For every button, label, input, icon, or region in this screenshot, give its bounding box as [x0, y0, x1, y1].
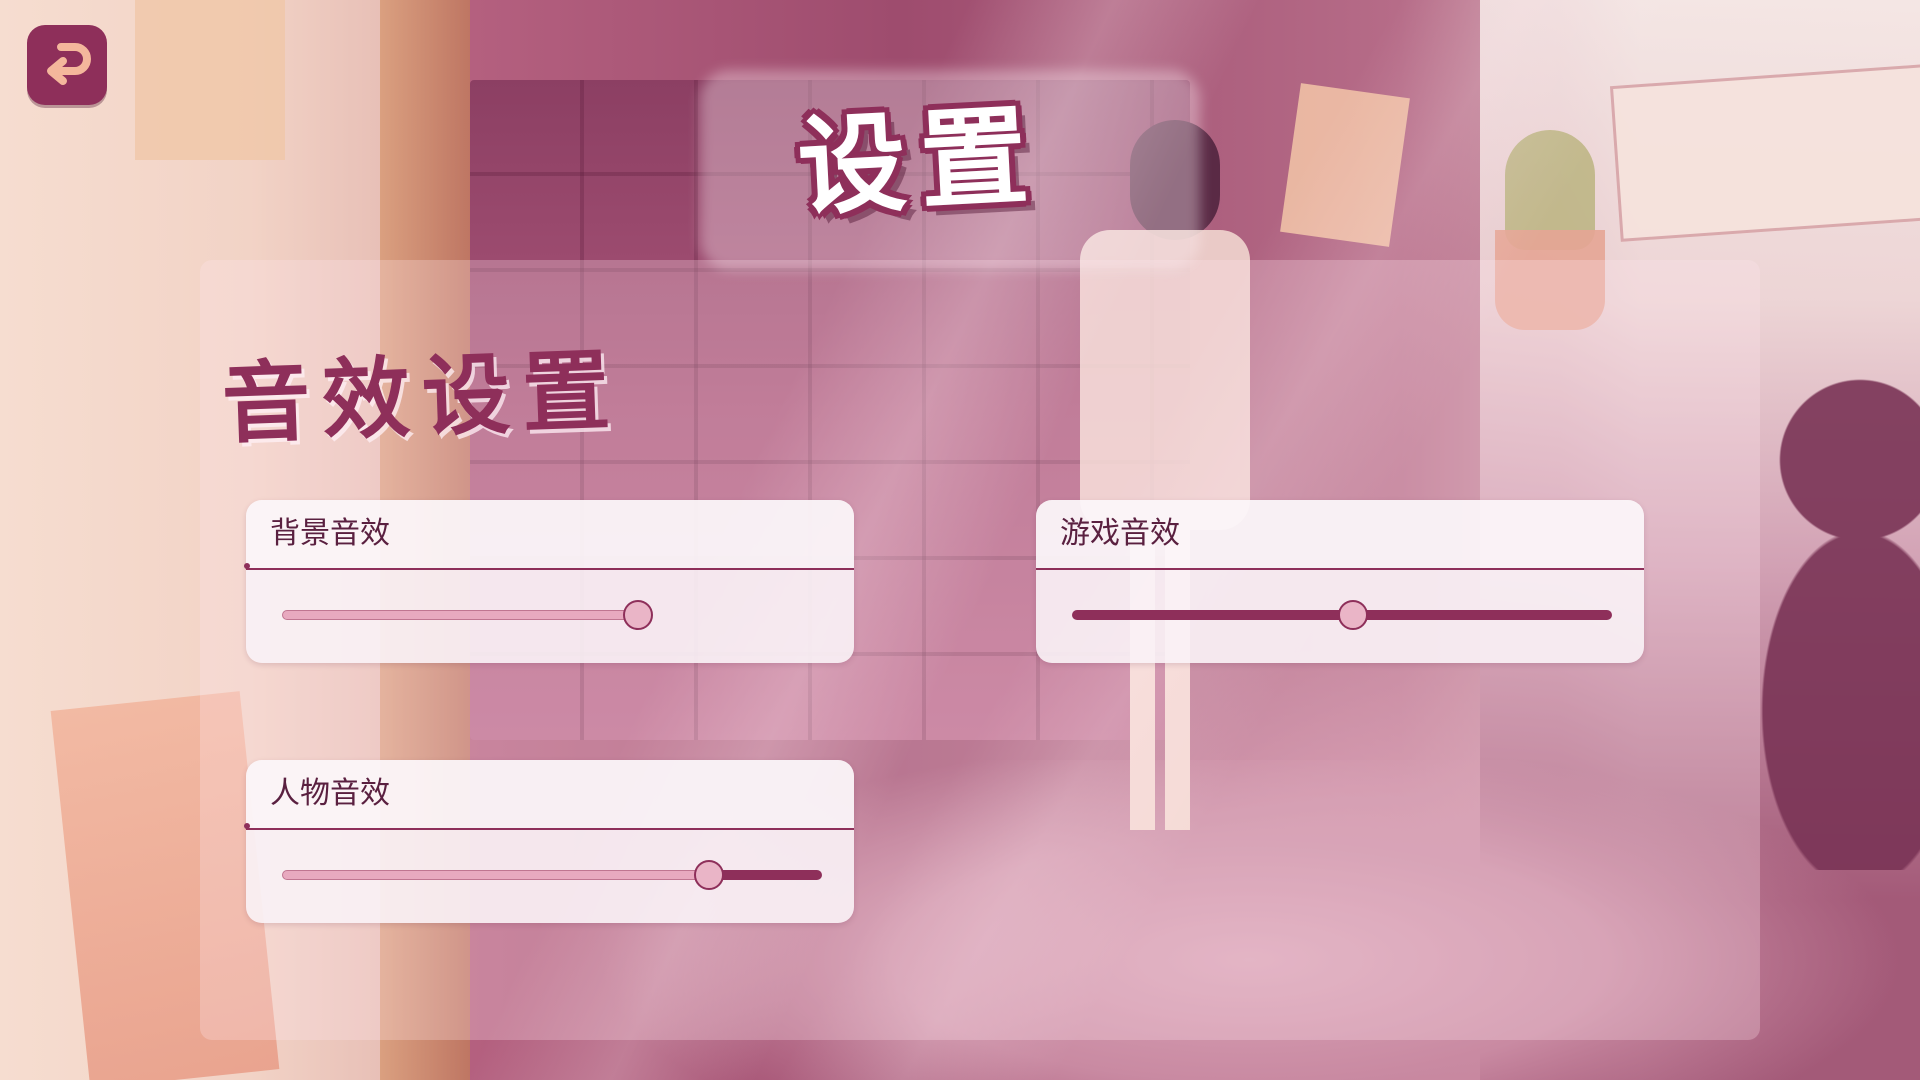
volume-slider[interactable] — [282, 860, 822, 890]
setting-card-header: 背景音效 — [246, 500, 854, 570]
slider-thumb[interactable] — [694, 860, 724, 890]
setting-card-bgm: 背景音效 — [244, 500, 854, 663]
divider-dot — [244, 823, 250, 829]
slider-thumb[interactable] — [1338, 600, 1368, 630]
slider-track — [282, 610, 638, 620]
setting-label: 背景音效 — [270, 516, 390, 551]
volume-slider[interactable] — [282, 600, 822, 630]
slider-track-rest — [709, 870, 822, 880]
section-title: 音效设置 — [220, 337, 624, 456]
settings-screen: 设置 音效设置 背景音效 游戏音效 人物音效 — [0, 0, 1920, 1080]
slider-thumb[interactable] — [623, 600, 653, 630]
setting-label: 游戏音效 — [1060, 516, 1180, 551]
divider-dot — [244, 563, 250, 569]
volume-slider[interactable] — [1072, 600, 1612, 630]
page-title: 设置 — [794, 92, 1046, 232]
back-button[interactable] — [27, 25, 107, 105]
setting-card-header: 游戏音效 — [1036, 500, 1644, 570]
back-arrow-icon — [39, 35, 95, 95]
setting-card-character-sfx: 人物音效 — [244, 760, 854, 923]
setting-card-game-sfx: 游戏音效 — [1036, 500, 1644, 663]
slider-track — [282, 870, 709, 880]
setting-card-header: 人物音效 — [246, 760, 854, 830]
setting-label: 人物音效 — [270, 776, 390, 811]
